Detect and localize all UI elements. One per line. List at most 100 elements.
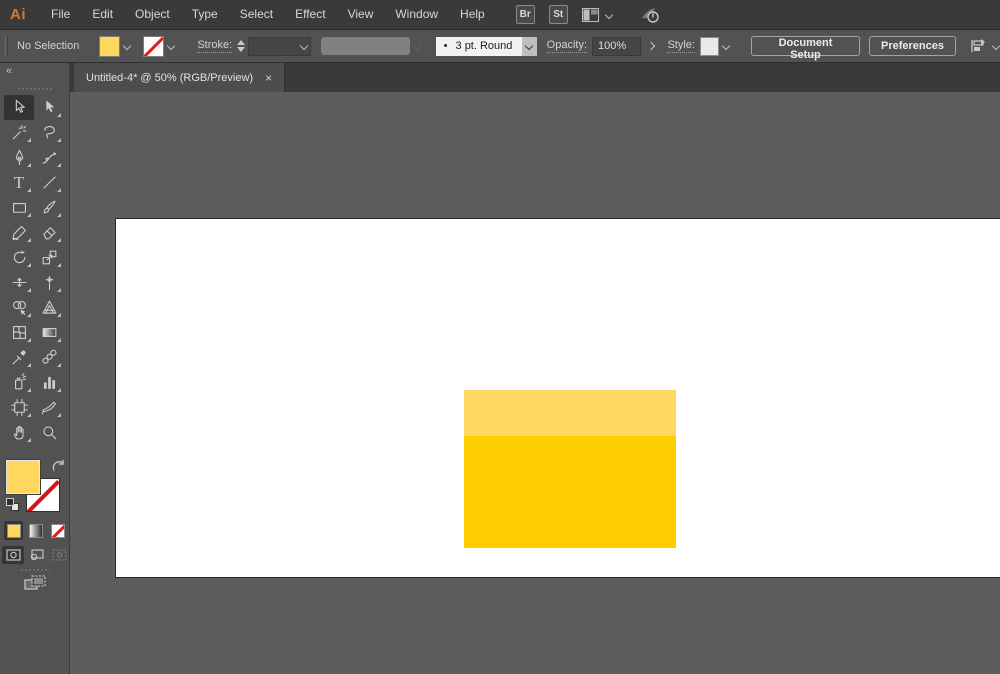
opacity-label[interactable]: Opacity: bbox=[547, 39, 587, 53]
opacity-input[interactable]: 100% bbox=[592, 37, 641, 56]
stepper-up-icon[interactable] bbox=[237, 40, 245, 45]
curvature-tool[interactable] bbox=[34, 145, 64, 170]
none-mode-button[interactable] bbox=[48, 521, 67, 540]
mesh-tool[interactable] bbox=[4, 320, 34, 345]
gradient-tool[interactable] bbox=[34, 320, 64, 345]
rectangle-tool[interactable] bbox=[4, 195, 34, 220]
direct-selection-tool[interactable] bbox=[34, 95, 64, 120]
panel-grip[interactable] bbox=[5, 36, 8, 56]
curvature-tool-icon bbox=[40, 148, 59, 167]
cc-sync-icon[interactable] bbox=[639, 6, 661, 24]
lasso-tool[interactable] bbox=[34, 120, 64, 145]
change-screen-mode-button[interactable] bbox=[24, 575, 46, 596]
shaper-tool[interactable] bbox=[4, 220, 34, 245]
brush-stroke-preview[interactable] bbox=[321, 37, 410, 55]
workspace-switcher[interactable] bbox=[582, 8, 613, 22]
hand-tool-icon bbox=[10, 423, 29, 442]
draw-inside-icon bbox=[52, 549, 67, 561]
canvas-area[interactable] bbox=[70, 92, 1000, 674]
shape-builder-tool[interactable] bbox=[4, 295, 34, 320]
gradient-mode-button[interactable] bbox=[26, 521, 45, 540]
menu-file[interactable]: File bbox=[40, 0, 81, 29]
brush-dot-icon: • bbox=[444, 40, 448, 52]
hand-tool[interactable] bbox=[4, 420, 34, 445]
swap-arrows-icon bbox=[52, 460, 66, 473]
slice-tool[interactable] bbox=[34, 395, 64, 420]
scale-tool[interactable] bbox=[34, 245, 64, 270]
menu-window[interactable]: Window bbox=[384, 0, 449, 29]
selection-tool[interactable] bbox=[4, 95, 34, 120]
zoom-tool[interactable] bbox=[34, 420, 64, 445]
symbol-sprayer-tool[interactable] bbox=[4, 370, 34, 395]
rotate-tool[interactable] bbox=[4, 245, 34, 270]
opacity-expand-button[interactable] bbox=[644, 37, 658, 56]
stroke-dropdown-button[interactable] bbox=[164, 36, 178, 57]
document-tab[interactable]: Untitled-4* @ 50% (RGB/Preview) × bbox=[74, 63, 285, 92]
zoom-tool-icon bbox=[40, 423, 59, 442]
type-tool[interactable]: T bbox=[4, 170, 34, 195]
perspective-grid-tool[interactable] bbox=[34, 295, 64, 320]
draw-behind-button[interactable] bbox=[25, 546, 47, 564]
fill-color-swatch[interactable] bbox=[99, 36, 120, 57]
style-control[interactable] bbox=[700, 36, 733, 57]
document-setup-button[interactable]: Document Setup bbox=[751, 36, 860, 56]
stroke-color-control[interactable] bbox=[143, 36, 178, 57]
eraser-tool[interactable] bbox=[34, 220, 64, 245]
tools-panel-grip[interactable] bbox=[17, 87, 53, 91]
line-segment-tool[interactable] bbox=[34, 170, 64, 195]
stroke-weight-label[interactable]: Stroke: bbox=[197, 39, 232, 53]
paintbrush-tool-icon bbox=[40, 198, 59, 217]
free-transform-tool[interactable] bbox=[34, 270, 64, 295]
style-label[interactable]: Style: bbox=[667, 39, 695, 53]
magic-wand-tool-icon bbox=[10, 123, 29, 142]
fill-color-control[interactable] bbox=[99, 36, 134, 57]
stepper-down-icon[interactable] bbox=[237, 47, 245, 52]
eraser-tool-icon bbox=[40, 223, 59, 242]
tools-panel-grip[interactable] bbox=[20, 568, 50, 572]
preferences-button[interactable]: Preferences bbox=[869, 36, 956, 56]
swap-fill-stroke-button[interactable] bbox=[52, 460, 66, 476]
close-tab-icon[interactable]: × bbox=[265, 72, 272, 84]
menu-object[interactable]: Object bbox=[124, 0, 181, 29]
paintbrush-tool[interactable] bbox=[34, 195, 64, 220]
style-dropdown-button[interactable] bbox=[719, 36, 733, 57]
collapse-tools-button[interactable]: « bbox=[6, 65, 11, 77]
stroke-weight-combo[interactable] bbox=[248, 37, 310, 56]
column-graph-tool[interactable] bbox=[34, 370, 64, 395]
control-bar: No Selection Stroke: • 3 pt. Round Opaci… bbox=[0, 30, 1000, 63]
artboard[interactable] bbox=[115, 218, 1000, 578]
stroke-weight-stepper[interactable] bbox=[237, 40, 245, 52]
free-transform-tool-icon bbox=[40, 273, 59, 292]
magic-wand-tool[interactable] bbox=[4, 120, 34, 145]
chevron-down-icon bbox=[300, 42, 308, 50]
color-mode-button[interactable] bbox=[4, 521, 23, 540]
bridge-button[interactable]: Br bbox=[516, 5, 535, 24]
brush-definition-combo[interactable]: • 3 pt. Round bbox=[436, 37, 537, 56]
menu-help[interactable]: Help bbox=[449, 0, 496, 29]
style-swatch[interactable] bbox=[700, 37, 719, 56]
brush-dropdown-button[interactable] bbox=[522, 37, 537, 56]
column-graph-tool-icon bbox=[40, 373, 59, 392]
fill-indicator-active[interactable] bbox=[6, 460, 40, 494]
pen-tool[interactable] bbox=[4, 145, 34, 170]
width-tool[interactable] bbox=[4, 270, 34, 295]
menu-select[interactable]: Select bbox=[229, 0, 284, 29]
align-options-control[interactable] bbox=[969, 38, 1000, 54]
fill-dropdown-button[interactable] bbox=[120, 36, 134, 57]
brush-definition-field[interactable]: • 3 pt. Round bbox=[436, 37, 522, 56]
stroke-none-swatch[interactable] bbox=[143, 36, 164, 57]
blend-tool[interactable] bbox=[34, 345, 64, 370]
default-fill-stroke-button[interactable] bbox=[6, 498, 19, 511]
draw-normal-button[interactable] bbox=[2, 546, 24, 564]
artwork-rectangle[interactable] bbox=[464, 390, 676, 548]
menu-view[interactable]: View bbox=[337, 0, 385, 29]
artboard-tool[interactable] bbox=[4, 395, 34, 420]
document-tab-bar: Untitled-4* @ 50% (RGB/Preview) × bbox=[70, 63, 1000, 92]
variable-width-dropdown[interactable] bbox=[410, 36, 424, 57]
menu-edit[interactable]: Edit bbox=[81, 0, 124, 29]
stock-button[interactable]: St bbox=[549, 5, 568, 24]
eyedropper-tool[interactable] bbox=[4, 345, 34, 370]
draw-inside-button[interactable] bbox=[48, 546, 70, 564]
menu-type[interactable]: Type bbox=[181, 0, 229, 29]
menu-effect[interactable]: Effect bbox=[284, 0, 336, 29]
